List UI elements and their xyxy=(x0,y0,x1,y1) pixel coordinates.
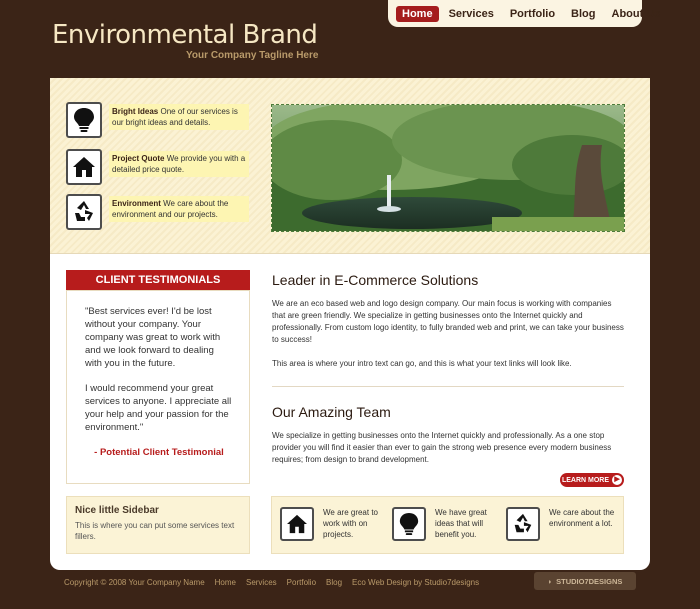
team-section: Our Amazing Team We specialize in gettin… xyxy=(272,404,624,466)
learn-more-label: LEARN MORE xyxy=(561,476,610,484)
team-heading: Our Amazing Team xyxy=(272,404,391,420)
intro-section: Leader in E-Commerce Solutions We are an… xyxy=(272,272,624,370)
footer-copyright: Copyright © 2008 Your Company Name xyxy=(64,578,205,587)
section-divider xyxy=(272,386,624,387)
feature-title: Environment xyxy=(112,199,161,208)
lightbulb-icon xyxy=(392,507,426,541)
brand-title: Environmental Brand xyxy=(52,20,318,50)
top-navigation: Home Services Portfolio Blog About Us xyxy=(388,0,660,27)
service-item: We care about the environment a lot. xyxy=(506,507,616,545)
house-icon xyxy=(66,149,102,185)
studio-logo: ◗ STUDIO7DESIGNS xyxy=(534,572,636,590)
nav-home[interactable]: Home xyxy=(396,5,439,22)
brand-tagline: Your Company Tagline Here xyxy=(186,50,319,61)
footer-link-blog[interactable]: Blog xyxy=(326,578,342,587)
sidebar-title: Nice little Sidebar xyxy=(75,505,159,516)
main-content-panel: Bright Ideas One of our services is our … xyxy=(50,78,650,570)
service-item: We have great ideas that will benefit yo… xyxy=(392,507,502,545)
feature-title: Project Quote xyxy=(112,154,165,163)
testimonials-heading: CLIENT TESTIMONIALS xyxy=(66,270,250,290)
footer-link-portfolio[interactable]: Portfolio xyxy=(287,578,316,587)
footer-link-services[interactable]: Services xyxy=(246,578,277,587)
recycle-icon xyxy=(66,194,102,230)
team-paragraph: We specialize in getting businesses onto… xyxy=(272,431,612,464)
arrow-right-icon: ▶ xyxy=(612,475,623,485)
feature-title: Bright Ideas xyxy=(112,107,159,116)
testimonial-signature: - Potential Client Testimonial xyxy=(94,447,224,458)
testimonial-quote: I would recommend your great services to… xyxy=(85,383,232,433)
service-text: We care about the environment a lot. xyxy=(549,508,615,528)
footer: Copyright © 2008 Your Company Name Home … xyxy=(64,578,479,587)
nav-about-us[interactable]: About Us xyxy=(606,6,667,22)
recycle-icon xyxy=(506,507,540,541)
nav-services[interactable]: Services xyxy=(443,6,500,22)
feature-environment: Environment We care about the environmen… xyxy=(66,194,250,230)
service-text: We are great to work with on projects. xyxy=(323,508,378,539)
feature-project-quote: Project Quote We provide you with a deta… xyxy=(66,149,250,185)
intro-heading: Leader in E-Commerce Solutions xyxy=(272,272,479,288)
hero-garden-fountain-image xyxy=(271,104,625,232)
feature-bright-ideas: Bright Ideas One of our services is our … xyxy=(66,102,250,138)
lightbulb-icon xyxy=(66,102,102,138)
footer-credit[interactable]: Eco Web Design by Studio7designs xyxy=(352,578,479,587)
house-icon xyxy=(280,507,314,541)
testimonials-box: "Best services ever! I'd be lost without… xyxy=(66,290,250,484)
elephant-icon: ◗ xyxy=(547,576,553,586)
service-item: We are great to work with on projects. xyxy=(280,507,390,545)
intro-paragraph: We are an eco based web and logo design … xyxy=(272,299,624,344)
sidebar-text: This is where you can put some services … xyxy=(75,521,235,541)
testimonial-quote: "Best services ever! I'd be lost without… xyxy=(85,306,221,369)
studio-logo-text: STUDIO7DESIGNS xyxy=(556,576,623,586)
nav-portfolio[interactable]: Portfolio xyxy=(504,6,561,22)
intro-links-paragraph[interactable]: This area is where your intro text can g… xyxy=(272,358,624,370)
services-strip: We are great to work with on projects. W… xyxy=(271,496,624,554)
service-text: We have great ideas that will benefit yo… xyxy=(435,508,487,539)
sidebar-box: Nice little Sidebar This is where you ca… xyxy=(66,496,250,554)
nav-blog[interactable]: Blog xyxy=(565,6,601,22)
footer-link-home[interactable]: Home xyxy=(215,578,236,587)
learn-more-button[interactable]: LEARN MORE ▶ xyxy=(560,473,624,487)
